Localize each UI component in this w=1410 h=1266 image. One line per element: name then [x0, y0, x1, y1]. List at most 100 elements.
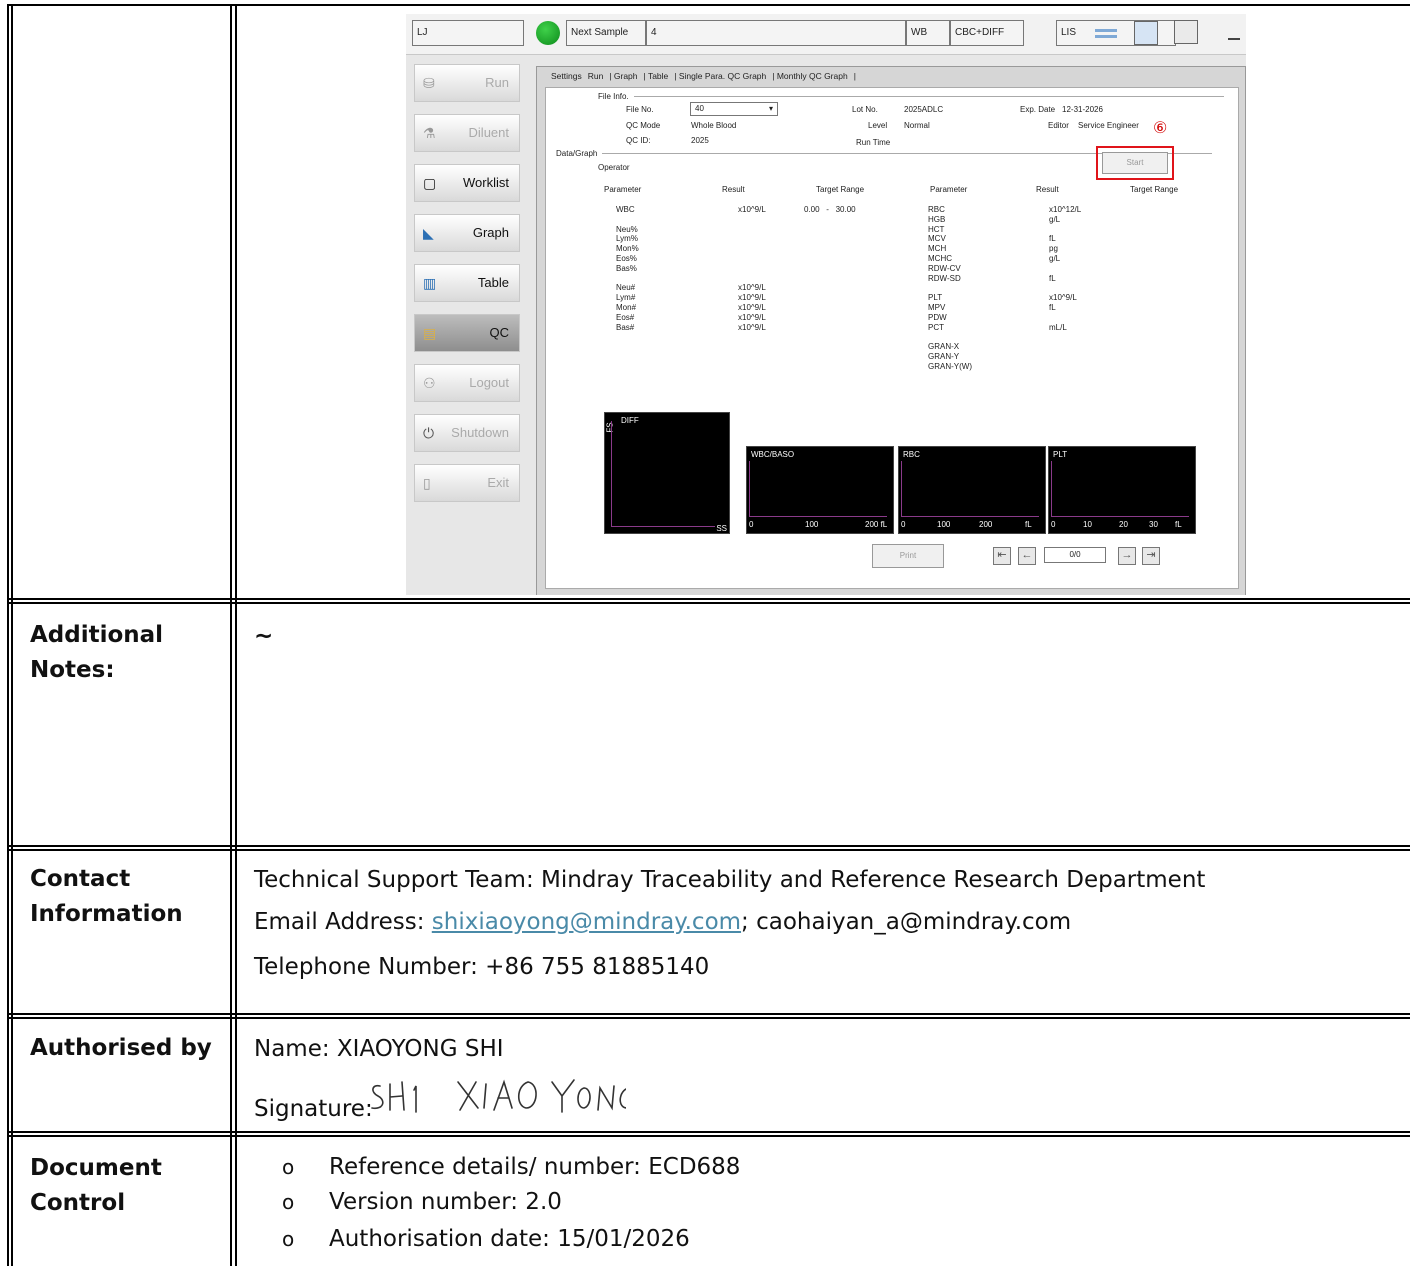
column-divider [230, 4, 232, 1266]
nav-graph-button[interactable]: ◣ Graph [414, 214, 520, 252]
table-left-border [7, 4, 9, 1266]
graph-icon: ◣ [423, 225, 434, 241]
tab-run[interactable]: Run [588, 71, 604, 81]
header-result: Result [722, 185, 745, 194]
test-field: CBC+DIFF [950, 20, 1024, 46]
tab-table[interactable]: Table [648, 71, 668, 81]
status-indicator-icon [536, 21, 560, 45]
analyzer-screenshot: LJ Next Sample 4 WB CBC+DIFF LIS ⛁ Run ⚗ D… [406, 14, 1246, 595]
first-page-icon[interactable]: ⇤ [993, 547, 1011, 565]
graph-title: PLT [1053, 450, 1068, 459]
axis-line [901, 516, 1039, 517]
doc-item-reference: o Reference details/ number: ECD688 [254, 1154, 740, 1180]
nav-label: Diluent [468, 125, 509, 140]
document-control-label: Document Control [30, 1155, 162, 1216]
tick-label: 30 [1149, 520, 1158, 529]
run-icon: ⛁ [423, 75, 435, 91]
nav-exit-button[interactable]: ▯ Exit [414, 464, 520, 502]
screen-icon[interactable] [1134, 21, 1158, 45]
graph-title: WBC/BASO [751, 450, 795, 459]
diff-scattergram: DIFF FS SS [604, 412, 730, 534]
next-page-icon[interactable]: → [1118, 547, 1136, 565]
file-no-value: 40 [695, 104, 704, 113]
step-marker: ⑥ [1153, 120, 1168, 137]
start-button[interactable]: Start [1102, 152, 1168, 174]
tick-label: 200 fL [865, 520, 888, 529]
exp-date-value: 12-31-2026 [1062, 105, 1103, 114]
authorised-name: Name: XIAOYONG SHI [254, 1036, 504, 1062]
table-left-border [11, 4, 13, 1266]
row-divider [8, 1135, 1410, 1137]
exit-icon: ▯ [423, 475, 431, 491]
axis-line [749, 516, 887, 517]
qc-tabs: Settings Run | Graph | Table | Single Para. … [551, 71, 856, 81]
header-parameter: Parameter [604, 185, 642, 194]
file-no-label: File No. [626, 105, 654, 114]
contact-email: Email Address: shixiaoyong@mindray.com; … [254, 907, 1071, 937]
run-time-label: Run Time [856, 138, 891, 147]
editor-value: Service Engineer [1078, 121, 1139, 130]
row-divider [8, 1017, 1410, 1019]
nav-logout-button[interactable]: ⚇ Logout [414, 364, 520, 402]
nav-diluent-button[interactable]: ⚗ Diluent [414, 114, 520, 152]
nav-table-button[interactable]: ▥ Table [414, 264, 520, 302]
nav-label: Worklist [463, 175, 509, 190]
nav-worklist-button[interactable]: ▢ Worklist [414, 164, 520, 202]
next-sample-field[interactable]: 4 [646, 20, 906, 46]
nav-label: Table [477, 275, 509, 290]
row-divider [8, 845, 1410, 847]
prev-page-icon[interactable]: ← [1018, 547, 1036, 565]
header-target-range: Target Range [816, 185, 865, 194]
right-units: x10^12/L g/L fL pg g/L fL x10^9/L fL mL/… [1049, 205, 1082, 332]
analyzer-top-bar: LJ Next Sample 4 WB CBC+DIFF LIS [406, 14, 1246, 55]
lot-no-label: Lot No. [852, 105, 878, 114]
graph-title: RBC [903, 450, 920, 459]
contact-label: Contact Information [30, 866, 183, 927]
doc-item-date: o Authorisation date: 15/01/2026 [254, 1226, 690, 1252]
nav-label: Graph [472, 225, 509, 240]
file-no-select[interactable]: 40 ▾ [690, 102, 778, 116]
tick-label: 100 [937, 520, 951, 529]
nav-label: Shutdown [451, 425, 509, 440]
notes-value: ~ [254, 623, 274, 649]
nav-shutdown-button[interactable]: ⏻ Shutdown [414, 414, 520, 452]
header-parameter: Parameter [930, 185, 968, 194]
wbc-target-range: 0.00 - 30.00 [804, 205, 856, 214]
doc-item-version: o Version number: 2.0 [254, 1189, 562, 1215]
print-button[interactable]: Print [872, 544, 944, 568]
axis-line [611, 421, 612, 527]
doc-item-text: Authorisation date: 15/01/2026 [329, 1226, 690, 1252]
email-link[interactable]: shixiaoyong@mindray.com [432, 909, 741, 935]
signature-image [366, 1072, 634, 1122]
notes-label: Additional Notes: [30, 622, 164, 683]
nav-label: Logout [469, 375, 509, 390]
doc-item-text: Reference details/ number: ECD688 [329, 1154, 741, 1180]
nav-run-button[interactable]: ⛁ Run [414, 64, 520, 102]
printer-icon[interactable] [1174, 20, 1198, 44]
level-label: Level [868, 121, 888, 130]
axis-line [1051, 516, 1189, 517]
graph-title: DIFF [621, 416, 639, 425]
data-graph-section: Data/Graph [556, 149, 598, 158]
rbc-histogram: RBC 0 100 200 fL [898, 446, 1046, 534]
tab-monthly-qc-graph[interactable]: Monthly QC Graph [777, 71, 848, 81]
last-page-icon[interactable]: ⇥ [1142, 547, 1160, 565]
tab-single-para-qc-graph[interactable]: Single Para. QC Graph [679, 71, 766, 81]
doc-item-text: Version number: 2.0 [329, 1189, 562, 1215]
axis-line [901, 461, 902, 517]
minimize-icon[interactable] [1228, 38, 1240, 40]
logout-icon: ⚇ [423, 375, 436, 391]
handwritten-signature [371, 1079, 634, 1113]
nav-qc-button[interactable]: ▤ QC [414, 314, 520, 352]
contact-phone: Telephone Number: +86 755 81885140 [254, 954, 710, 980]
lis-icon [1095, 29, 1117, 32]
wbc-baso-histogram: WBC/BASO 0 100 200 fL [746, 446, 894, 534]
email-rest: ; caohaiyan_a@mindray.com [741, 909, 1072, 935]
tab-graph[interactable]: Graph [614, 71, 638, 81]
table-icon: ▥ [423, 275, 437, 291]
lis-field: LIS [1056, 20, 1176, 46]
tab-settings[interactable]: Settings [551, 71, 582, 81]
qc-mode-label: QC Mode [626, 121, 661, 130]
mode-field: WB [906, 20, 950, 46]
signature-label: Signature: [254, 1096, 373, 1122]
